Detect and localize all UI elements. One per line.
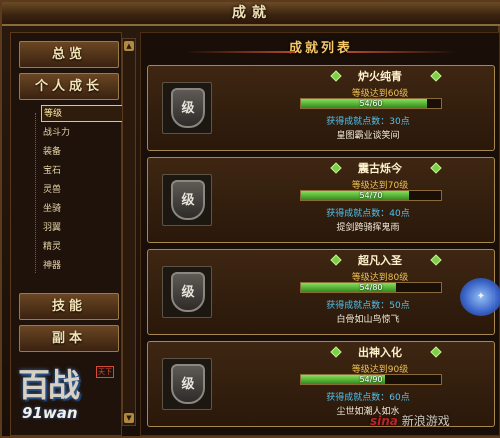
achievement-name: 炉火纯青 — [358, 70, 402, 83]
achievement-icon: 级 — [162, 266, 212, 318]
achievement-points: 获得成就点数：40点 — [326, 209, 410, 219]
achievement-name: 出神入化 — [358, 346, 402, 359]
sub-item-power[interactable]: 战斗力 — [41, 125, 126, 142]
achievement-points: 获得成就点数：60点 — [326, 393, 410, 403]
scroll-down-icon[interactable]: ▼ — [124, 413, 134, 423]
window-title: 成就 — [232, 5, 272, 21]
progress-text: 54/80 — [359, 283, 383, 292]
sub-item-wings[interactable]: 羽翼 — [41, 220, 126, 237]
sub-item-mount[interactable]: 坐骑 — [41, 201, 126, 218]
sina-logo: sina — [370, 414, 398, 428]
achievement-reward-title: 提剑跨骑挥鬼雨 — [336, 223, 400, 233]
sub-item-artifact[interactable]: 神器 — [41, 258, 126, 275]
achievement-card[interactable]: 级 炉火纯青 等级达到60级 54/60 获得成就点数：30点 皇图霸业谈笑间 — [147, 65, 495, 151]
achievement-icon: 级 — [162, 358, 212, 410]
progress-text: 54/70 — [359, 191, 383, 200]
sub-item-pet[interactable]: 灵兽 — [41, 182, 126, 199]
watermark-text: 新浪游戏 — [401, 414, 450, 428]
achievement-icon: 级 — [162, 174, 212, 226]
progress-bar: 54/80 — [300, 282, 442, 293]
sub-item-level[interactable]: 等级 — [41, 105, 126, 122]
logo-mark: 天下 — [96, 366, 114, 378]
achievement-window: 成就 总览 个人成长 等级 战斗力 装备 宝石 灵兽 坐骑 羽翼 精灵 神器 技… — [0, 0, 500, 438]
achievement-reward-title: 白骨如山鸟惊飞 — [336, 315, 400, 325]
scroll-up-icon[interactable]: ▲ — [124, 41, 134, 51]
progress-text: 54/60 — [359, 99, 383, 108]
window-titlebar: 成就 — [2, 2, 500, 26]
tree-line — [35, 113, 36, 273]
watermark: sina 新浪游戏 — [370, 412, 450, 429]
progress-bar: 54/70 — [300, 190, 442, 201]
sub-item-gem[interactable]: 宝石 — [41, 163, 126, 180]
promo-orb-icon[interactable]: ✦ — [460, 278, 500, 316]
achievement-list-panel: 成就列表 级 炉火纯青 等级达到60级 54/60 获得成就点数：30点 皇图霸… — [140, 32, 500, 436]
achievement-card[interactable]: 级 震古烁今 等级达到70级 54/70 获得成就点数：40点 提剑跨骑挥鬼雨 — [147, 157, 495, 243]
game-logo: 百战 天下 91wan — [12, 352, 122, 434]
category-overview[interactable]: 总览 — [19, 41, 119, 68]
category-dungeon[interactable]: 副本 — [19, 325, 119, 352]
logo-sub: 91wan — [22, 404, 78, 422]
list-header: 成就列表 — [141, 37, 500, 59]
sub-item-spirit[interactable]: 精灵 — [41, 239, 126, 256]
list-header-title: 成就列表 — [288, 41, 353, 56]
progress-bar: 54/60 — [300, 98, 442, 109]
category-skills[interactable]: 技能 — [19, 293, 119, 320]
achievement-points: 获得成就点数：30点 — [326, 117, 410, 127]
category-personal-growth[interactable]: 个人成长 — [19, 73, 119, 100]
shield-icon: 级 — [171, 88, 205, 128]
achievement-reward-title: 皇图霸业谈笑间 — [336, 131, 400, 141]
shield-icon: 级 — [171, 364, 205, 404]
shield-icon: 级 — [171, 272, 205, 312]
achievement-name: 超凡入圣 — [358, 254, 402, 267]
achievement-card[interactable]: 级 超凡入圣 等级达到80级 54/80 获得成就点数：50点 白骨如山鸟惊飞 — [147, 249, 495, 335]
sidebar-scrollbar[interactable]: ▲ ▼ — [122, 38, 136, 426]
shield-icon: 级 — [171, 180, 205, 220]
achievement-icon: 级 — [162, 82, 212, 134]
header-ornament-right — [347, 51, 457, 53]
achievement-points: 获得成就点数：50点 — [326, 301, 410, 311]
header-ornament-left — [185, 51, 295, 53]
sub-item-equipment[interactable]: 装备 — [41, 144, 126, 161]
progress-text: 54/90 — [359, 375, 383, 384]
progress-bar: 54/90 — [300, 374, 442, 385]
achievement-name: 震古烁今 — [358, 162, 402, 175]
logo-text: 百战 — [18, 366, 80, 404]
